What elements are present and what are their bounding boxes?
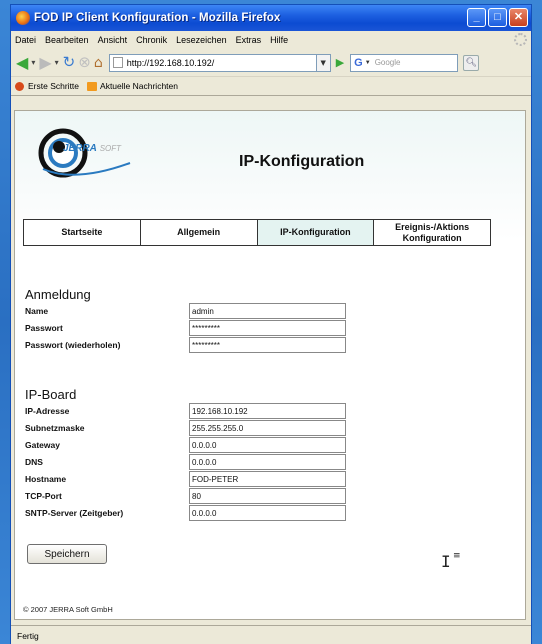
save-button[interactable]: Speichern bbox=[27, 544, 107, 564]
tab-ip-konfiguration[interactable]: IP-Konfiguration bbox=[257, 220, 375, 245]
maximize-button[interactable]: □ bbox=[488, 8, 507, 27]
form-row-name: Name admin bbox=[25, 303, 355, 319]
label-gateway: Gateway bbox=[25, 440, 60, 450]
page-title: IP-Konfiguration bbox=[239, 153, 365, 170]
label-ip-adresse: IP-Adresse bbox=[25, 406, 70, 416]
minimize-button[interactable]: _ bbox=[467, 8, 486, 27]
tab-allgemein[interactable]: Allgemein bbox=[141, 220, 258, 245]
logo-wordmark: JERRA SOFT bbox=[63, 143, 122, 154]
tab-startseite[interactable]: Startseite bbox=[24, 220, 141, 245]
subnet-mask-field[interactable]: 255.255.255.0 bbox=[189, 420, 346, 436]
stop-icon[interactable]: ⊗ bbox=[78, 55, 91, 70]
forward-dropdown-icon[interactable]: ▾ bbox=[55, 58, 59, 67]
page-icon bbox=[112, 57, 123, 68]
tcp-port-field[interactable]: 80 bbox=[189, 488, 346, 504]
section-title-anmeldung: Anmeldung bbox=[25, 287, 91, 302]
back-arrow-icon[interactable]: ◀ bbox=[16, 54, 28, 71]
status-bar: Fertig bbox=[11, 625, 531, 644]
throbber-icon bbox=[514, 33, 527, 46]
ip-address-field[interactable]: 192.168.10.192 bbox=[189, 403, 346, 419]
browser-window: FOD IP Client Konfiguration - Mozilla Fi… bbox=[10, 4, 532, 644]
search-input[interactable]: G ▼ Google bbox=[350, 53, 459, 72]
name-field[interactable]: admin bbox=[189, 303, 346, 319]
label-hostname: Hostname bbox=[25, 474, 67, 484]
password-repeat-field[interactable]: ********* bbox=[189, 337, 346, 353]
search-engine-dropdown-icon[interactable]: ▼ bbox=[365, 60, 371, 66]
title-bar[interactable]: FOD IP Client Konfiguration - Mozilla Fi… bbox=[11, 5, 531, 31]
gateway-field[interactable]: 0.0.0.0 bbox=[189, 437, 346, 453]
status-text: Fertig bbox=[17, 630, 39, 641]
dns-field[interactable]: 0.0.0.0 bbox=[189, 454, 346, 470]
go-arrow-icon[interactable]: ▶ bbox=[336, 56, 344, 69]
search-magnifier-icon[interactable]: 🔍︎ bbox=[463, 54, 480, 71]
home-icon[interactable]: ⌂ bbox=[94, 56, 103, 70]
url-history-dropdown-icon[interactable]: ▼ bbox=[316, 53, 331, 72]
window-title: FOD IP Client Konfiguration - Mozilla Fi… bbox=[34, 12, 281, 24]
hostname-field[interactable]: FOD-PETER bbox=[189, 471, 346, 487]
back-dropdown-icon[interactable]: ▾ bbox=[31, 58, 35, 67]
context-menu-cursor-icon: ≡ bbox=[453, 551, 461, 561]
menu-ansicht[interactable]: Ansicht bbox=[98, 35, 128, 45]
menu-bar: Datei Bearbeiten Ansicht Chronik Lesezei… bbox=[11, 31, 531, 49]
menu-hilfe[interactable]: Hilfe bbox=[270, 35, 288, 45]
menu-extras[interactable]: Extras bbox=[236, 35, 262, 45]
label-subnetzmaske: Subnetzmaske bbox=[25, 423, 85, 433]
close-button[interactable]: ✕ bbox=[509, 8, 528, 27]
rss-feed-icon bbox=[87, 81, 98, 91]
bookmark-aktuelle-nachrichten[interactable]: Aktuelle Nachrichten bbox=[100, 81, 178, 91]
search-placeholder: Google bbox=[374, 58, 401, 67]
nav-tabs: Startseite Allgemein IP-Konfiguration Er… bbox=[23, 219, 491, 246]
label-dns: DNS bbox=[25, 457, 43, 467]
form-row-subnetzmaske: Subnetzmaske 255.255.255.0 bbox=[25, 420, 355, 436]
menu-chronik[interactable]: Chronik bbox=[136, 35, 167, 45]
menu-datei[interactable]: Datei bbox=[15, 35, 36, 45]
bookmark-erste-schritte[interactable]: Erste Schritte bbox=[28, 81, 79, 91]
label-tcp-port: TCP-Port bbox=[25, 491, 62, 501]
form-row-ip-adresse: IP-Adresse 192.168.10.192 bbox=[25, 403, 355, 419]
url-text[interactable]: http://192.168.10.192/ bbox=[127, 58, 215, 68]
bookmarks-toolbar: Erste Schritte Aktuelle Nachrichten bbox=[11, 77, 531, 96]
navigation-toolbar: ◀ ▾ ▶ ▾ ↻ ⊗ ⌂ http://192.168.10.192/ ▼ ▶… bbox=[11, 49, 531, 77]
section-title-ip-board: IP-Board bbox=[25, 387, 77, 402]
google-icon[interactable]: G bbox=[354, 57, 363, 69]
firefox-bookmark-icon bbox=[15, 81, 24, 91]
forward-arrow-icon[interactable]: ▶ bbox=[39, 54, 51, 71]
form-row-dns: DNS 0.0.0.0 bbox=[25, 454, 355, 470]
form-row-sntp-server: SNTP-Server (Zeitgeber) 0.0.0.0 bbox=[25, 505, 355, 521]
page-header: JERRA SOFT IP-Konfiguration Startseite A… bbox=[15, 111, 525, 246]
reload-icon[interactable]: ↻ bbox=[63, 55, 76, 70]
menu-lesezeichen[interactable]: Lesezeichen bbox=[176, 35, 227, 45]
form-row-hostname: Hostname FOD-PETER bbox=[25, 471, 355, 487]
tab-ereignis-aktions-konfiguration[interactable]: Ereignis-/Aktions Konfiguration bbox=[374, 220, 490, 245]
form-row-passwort: Passwort ********* bbox=[25, 320, 355, 336]
copyright-footer: © 2007 JERRA Soft GmbH bbox=[23, 605, 113, 614]
address-bar[interactable]: http://192.168.10.192/ bbox=[108, 53, 317, 72]
firefox-icon bbox=[16, 11, 30, 25]
password-field[interactable]: ********* bbox=[189, 320, 346, 336]
form-row-tcp-port: TCP-Port 80 bbox=[25, 488, 355, 504]
text-cursor-icon: I bbox=[441, 552, 451, 571]
label-sntp-server: SNTP-Server (Zeitgeber) bbox=[25, 508, 124, 518]
label-passwort-wiederholen: Passwort (wiederholen) bbox=[25, 340, 121, 350]
label-name: Name bbox=[25, 306, 49, 316]
sntp-server-field[interactable]: 0.0.0.0 bbox=[189, 505, 346, 521]
form-row-gateway: Gateway 0.0.0.0 bbox=[25, 437, 355, 453]
form-row-passwort-wiederholen: Passwort (wiederholen) ********* bbox=[25, 337, 355, 353]
page-content: JERRA SOFT IP-Konfiguration Startseite A… bbox=[14, 110, 526, 620]
label-passwort: Passwort bbox=[25, 323, 63, 333]
jerra-logo bbox=[38, 128, 131, 178]
menu-bearbeiten[interactable]: Bearbeiten bbox=[45, 35, 89, 45]
